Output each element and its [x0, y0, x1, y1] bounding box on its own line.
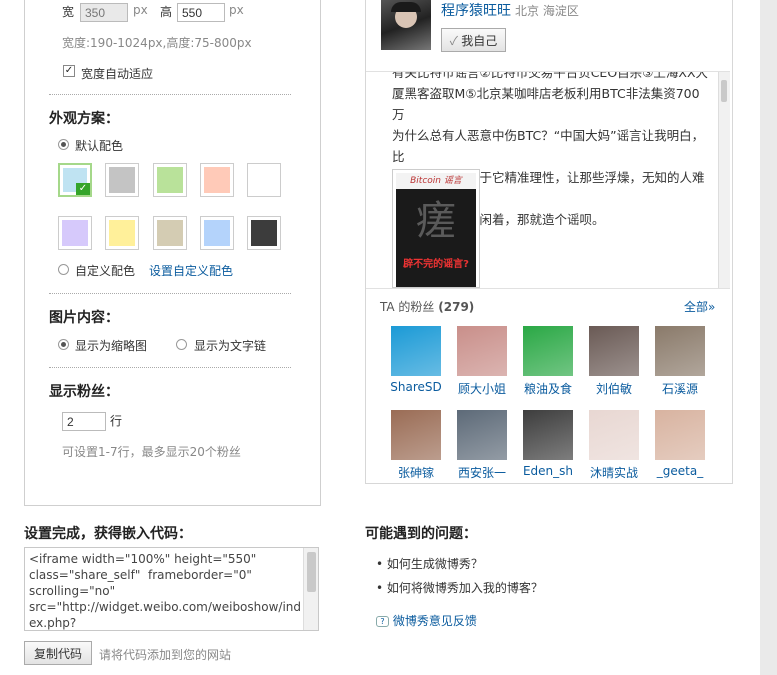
custom-scheme-radio[interactable]: [58, 264, 69, 275]
fan-name[interactable]: 顾大小姐: [451, 380, 513, 397]
fan-name[interactable]: 西安张一: [451, 464, 513, 481]
copy-code-button[interactable]: 复制代码: [24, 641, 92, 665]
height-unit: px: [229, 3, 244, 17]
fan-name[interactable]: 沐晴实战: [583, 464, 645, 481]
fan-item[interactable]: 张砷镓: [385, 410, 447, 481]
appearance-heading: 外观方案：: [49, 111, 119, 127]
help-item[interactable]: • 如何生成微博秀？: [376, 555, 483, 572]
fans-rows-unit: 行: [110, 414, 123, 428]
feedback-link-row[interactable]: ? 微博秀意见反馈: [376, 612, 477, 629]
fan-item[interactable]: 刘伯敏: [583, 326, 645, 397]
color-swatch[interactable]: ✓: [58, 163, 92, 197]
default-scheme-label: 默认配色: [75, 139, 124, 153]
settings-panel: 宽 px 高 px 宽度:190-1024px,高度:75-800px ✓ 宽度…: [24, 0, 321, 506]
fan-avatar: [589, 326, 639, 376]
color-swatch[interactable]: [200, 163, 234, 197]
divider: [49, 94, 291, 95]
default-scheme-radio[interactable]: [58, 139, 69, 150]
auto-width-label: 宽度自动适应: [81, 67, 154, 81]
color-swatch[interactable]: [58, 216, 92, 250]
fan-item[interactable]: _geeta_: [649, 410, 711, 478]
divider: [49, 293, 291, 294]
height-input[interactable]: [177, 3, 225, 22]
check-icon: ✓: [449, 33, 458, 48]
fan-item[interactable]: Eden_sh: [517, 410, 579, 478]
user-name[interactable]: 程序猿旺旺: [441, 0, 511, 20]
window-scrollbar[interactable]: [760, 0, 777, 675]
color-swatch[interactable]: [247, 216, 281, 250]
color-swatch[interactable]: [153, 163, 187, 197]
fan-item[interactable]: 粮油及食: [517, 326, 579, 397]
feed-line: 为什么总有人恶意中伤BTC？“中国大妈”谣言让我明白，比: [392, 128, 705, 164]
post-image-glyph: 瘥: [416, 198, 456, 244]
all-fans-link[interactable]: 全部»: [684, 298, 715, 315]
thumbnail-label: 显示为缩略图: [75, 339, 148, 353]
width-unit: px: [133, 3, 148, 17]
fan-item[interactable]: 顾大小姐: [451, 326, 513, 397]
fans-heading: 显示粉丝：: [49, 384, 119, 400]
feed-area[interactable]: 有关比特币谣言②比特币交易平台负CEO自杀③上海XX大 厦黑客盗取M⑤北京某咖啡…: [366, 71, 730, 289]
feed-line: 有关比特币谣言②比特币交易平台负CEO自杀③上海XX大: [392, 71, 709, 80]
fans-hint: 可设置1-7行，最多显示20个粉丝: [62, 445, 241, 459]
fan-item[interactable]: 西安张一: [451, 410, 513, 481]
color-swatch[interactable]: [200, 216, 234, 250]
color-swatch[interactable]: [105, 163, 139, 197]
fan-avatar: [589, 410, 639, 460]
me-button[interactable]: ✓ 我自己: [441, 28, 506, 52]
help-item[interactable]: • 如何将微博秀加入我的博客？: [376, 579, 543, 596]
embed-code-text: <iframe width="100%" height="550" class=…: [29, 552, 302, 630]
custom-scheme-label: 自定义配色: [75, 264, 136, 278]
thumbnail-radio[interactable]: [58, 339, 69, 350]
fan-avatar: [391, 410, 441, 460]
speech-bubble-icon: ?: [376, 616, 389, 627]
fan-item[interactable]: 沐晴实战: [583, 410, 645, 481]
help-heading: 可能遇到的问题：: [365, 526, 477, 542]
fan-avatar: [655, 326, 705, 376]
fans-label: TA 的粉丝 (279): [380, 300, 475, 314]
code-scrollbar[interactable]: [303, 548, 318, 630]
post-image-header: Bitcoin 谣言: [396, 173, 476, 189]
fan-name[interactable]: Eden_sh: [517, 464, 579, 478]
width-input[interactable]: [80, 3, 128, 22]
user-location: 北京 海淀区: [515, 4, 579, 18]
fan-item[interactable]: ShareSD: [385, 326, 447, 394]
custom-scheme-link[interactable]: 设置自定义配色: [149, 262, 233, 279]
fan-avatar: [655, 410, 705, 460]
auto-width-checkbox[interactable]: ✓: [63, 65, 75, 77]
selected-check-icon: ✓: [76, 183, 90, 195]
color-swatch[interactable]: [105, 216, 139, 250]
textlink-radio[interactable]: [176, 339, 187, 350]
height-label: 高: [160, 5, 173, 19]
color-swatch[interactable]: [153, 216, 187, 250]
embed-heading: 设置完成，获得嵌入代码：: [24, 526, 192, 542]
color-swatch[interactable]: [247, 163, 281, 197]
fan-avatar: [457, 326, 507, 376]
fan-avatar: [457, 410, 507, 460]
fan-item[interactable]: 石溪源: [649, 326, 711, 397]
divider: [49, 367, 291, 368]
post-image-caption: 辟不完的谣言?: [403, 259, 469, 270]
picture-heading: 图片内容：: [49, 310, 119, 326]
me-button-label: 我自己: [461, 33, 498, 48]
fan-name[interactable]: 张砷镓: [385, 464, 447, 481]
fan-name[interactable]: ShareSD: [385, 380, 447, 394]
feedback-link[interactable]: 微博秀意见反馈: [393, 614, 477, 628]
textlink-label: 显示为文字链: [194, 339, 267, 353]
embed-code-textarea[interactable]: <iframe width="100%" height="550" class=…: [24, 547, 319, 631]
feed-scrollbar[interactable]: [718, 72, 730, 288]
fan-name[interactable]: 刘伯敏: [583, 380, 645, 397]
fan-name[interactable]: 粮油及食: [517, 380, 579, 397]
fan-name[interactable]: 石溪源: [649, 380, 711, 397]
fan-avatar: [523, 326, 573, 376]
width-label: 宽: [62, 5, 75, 19]
fans-rows-input[interactable]: [62, 412, 106, 431]
fan-name[interactable]: _geeta_: [649, 464, 711, 478]
fan-avatar: [391, 326, 441, 376]
post-image[interactable]: Bitcoin 谣言 瘥 辟不完的谣言?: [392, 169, 480, 288]
copy-hint: 请将代码添加到您的网站: [99, 648, 232, 662]
user-avatar[interactable]: [381, 0, 431, 50]
feed-line: 厦黑客盗取M⑤北京某咖啡店老板利用BTC非法集资700万: [392, 86, 700, 122]
size-hint: 宽度:190-1024px,高度:75-800px: [62, 36, 252, 50]
fan-avatar: [523, 410, 573, 460]
